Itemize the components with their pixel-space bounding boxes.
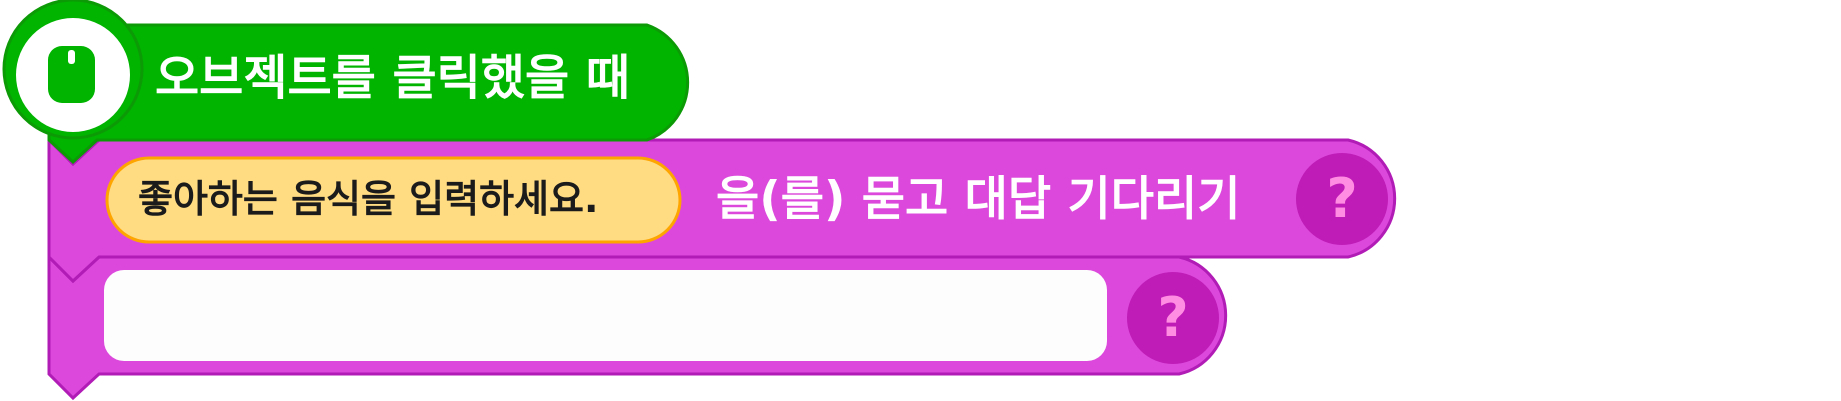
object-click-icon-dot — [68, 50, 75, 64]
ask-block-label: 을(를) 묻고 대답 기다리기 — [716, 172, 1241, 227]
hat-block-label: 오브젝트를 클릭했을 때 — [155, 50, 631, 106]
question-string-value[interactable]: 좋아하는 음식을 입력하세요. — [138, 180, 598, 218]
answer-input-field[interactable] — [104, 270, 1107, 361]
block-script-canvas: 오브젝트를 클릭했을 때 좋아하는 음식을 입력하세요. 을(를) 묻고 대답 … — [0, 0, 1841, 401]
question-mark-icon[interactable]: ? — [1297, 154, 1387, 244]
question-mark-icon[interactable]: ? — [1128, 273, 1218, 363]
